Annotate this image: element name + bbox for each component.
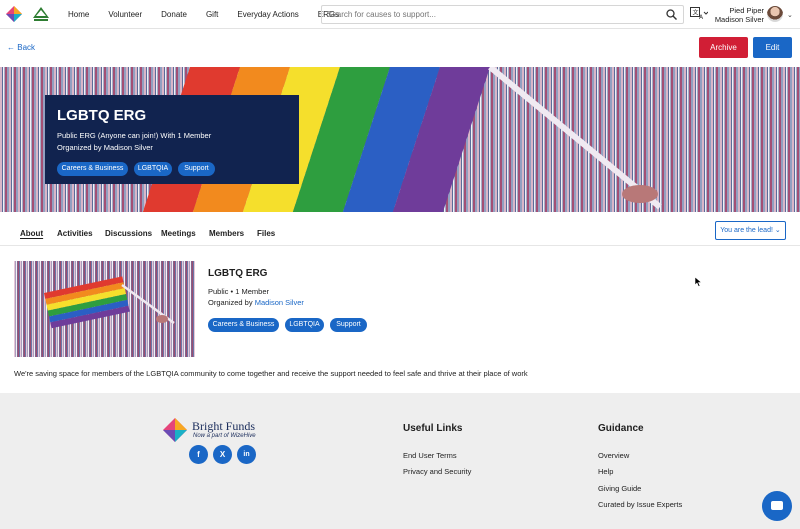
nav-volunteer[interactable]: Volunteer	[108, 10, 142, 19]
company-name: Pied Piper	[729, 6, 764, 15]
lead-label: You are the lead!	[720, 227, 773, 234]
erg-thumbnail-image	[14, 261, 195, 357]
edit-button[interactable]: Edit	[753, 37, 792, 58]
about-tag-careers[interactable]: Careers & Business	[208, 318, 279, 332]
hero-tag-support[interactable]: Support	[178, 162, 215, 176]
back-label: Back	[17, 43, 36, 52]
footer-link-help[interactable]: Help	[598, 467, 613, 476]
top-navigation: Home Volunteer Donate Gift Everyday Acti…	[0, 0, 800, 29]
erg-thumbnail	[14, 261, 195, 357]
back-link[interactable]: ← Back	[7, 43, 35, 52]
hero-organizer: Organized by Madison Silver	[57, 143, 153, 152]
tab-activities[interactable]: Activities	[57, 229, 93, 238]
about-meta: Public • 1 Member	[208, 287, 269, 296]
footer-link-end-user-terms[interactable]: End User Terms	[403, 451, 457, 460]
facebook-icon[interactable]: f	[189, 445, 208, 464]
chat-icon	[771, 501, 783, 510]
footer-brand-name: Bright Funds	[192, 419, 256, 433]
nav-donate[interactable]: Donate	[161, 10, 187, 19]
hero-title: LGBTQ ERG	[57, 107, 147, 124]
hero-tag-careers[interactable]: Careers & Business	[57, 162, 128, 176]
company-logo-icon	[33, 7, 49, 21]
svg-text:A: A	[699, 14, 704, 20]
x-twitter-icon[interactable]: X	[213, 445, 232, 464]
bright-funds-logo-icon[interactable]	[6, 6, 22, 22]
about-description: We're saving space for members of the LG…	[14, 369, 528, 378]
organizer-prefix: Organized by	[208, 298, 253, 307]
user-name: Madison Silver	[714, 15, 764, 24]
chevron-down-icon[interactable]: ⌄	[787, 11, 793, 19]
about-tag-support[interactable]: Support	[330, 318, 367, 332]
lead-dropdown-button[interactable]: You are the lead! ⌄	[715, 221, 786, 240]
linkedin-icon[interactable]: in	[237, 445, 256, 464]
hero-subtitle: Public ERG (Anyone can join!) With 1 Mem…	[57, 131, 212, 140]
nav-gift[interactable]: Gift	[206, 10, 218, 19]
svg-text:文: 文	[693, 9, 699, 17]
nav-everyday-actions[interactable]: Everyday Actions	[237, 10, 298, 19]
chevron-down-icon: ⌄	[774, 227, 781, 234]
tab-about[interactable]: About	[20, 229, 43, 238]
footer-link-overview[interactable]: Overview	[598, 451, 629, 460]
footer-brand-tagline: Now a part of WizeHive	[193, 433, 256, 439]
translate-icon[interactable]: 文 A	[690, 7, 708, 20]
arrow-left-icon: ←	[7, 43, 15, 52]
footer-link-giving-guide[interactable]: Giving Guide	[598, 484, 641, 493]
mouse-cursor-icon	[695, 277, 703, 287]
chat-button[interactable]	[762, 491, 792, 521]
user-menu[interactable]: Pied Piper Madison Silver	[715, 6, 764, 24]
search-input[interactable]	[322, 6, 652, 23]
organizer-link[interactable]: Madison Silver	[255, 298, 304, 307]
useful-links-heading: Useful Links	[403, 423, 463, 434]
footer-link-privacy[interactable]: Privacy and Security	[403, 467, 471, 476]
search-icon[interactable]	[666, 9, 677, 20]
about-title: LGBTQ ERG	[208, 268, 268, 279]
about-tag-lgbtqia[interactable]: LGBTQIA	[285, 318, 324, 332]
avatar[interactable]	[767, 6, 783, 22]
hero-tag-lgbtqia[interactable]: LGBTQIA	[134, 162, 172, 176]
nav-home[interactable]: Home	[68, 10, 89, 19]
footer-link-issue-experts[interactable]: Curated by Issue Experts	[598, 500, 682, 509]
tab-members[interactable]: Members	[209, 229, 244, 238]
tab-meetings[interactable]: Meetings	[161, 229, 196, 238]
tab-discussions[interactable]: Discussions	[105, 229, 152, 238]
bright-funds-logo-icon[interactable]	[163, 418, 187, 442]
search-box	[321, 5, 684, 24]
about-organizer: Organized by Madison Silver	[208, 298, 304, 307]
archive-button[interactable]: Archive	[699, 37, 748, 58]
tab-files[interactable]: Files	[257, 229, 275, 238]
guidance-heading: Guidance	[598, 423, 644, 434]
